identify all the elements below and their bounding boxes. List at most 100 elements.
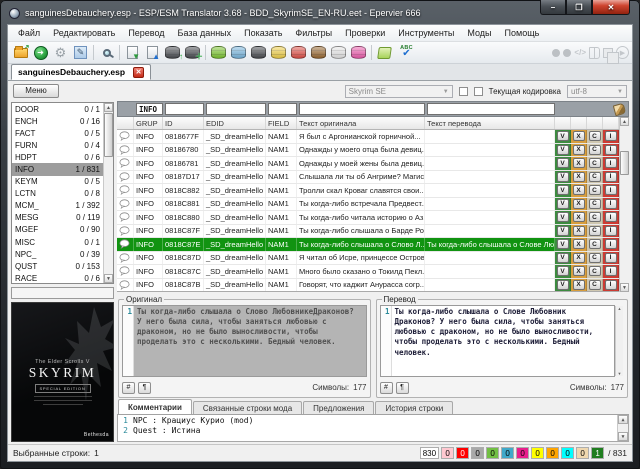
db-add-button[interactable]: ＋ bbox=[183, 44, 203, 62]
close-button[interactable]: ✕ bbox=[592, 0, 630, 15]
filter-grup-input[interactable]: INFO bbox=[136, 103, 163, 115]
copy-button[interactable]: C bbox=[588, 158, 601, 169]
scroll-thumb[interactable] bbox=[620, 151, 629, 175]
menu-item[interactable]: Проверки bbox=[339, 27, 391, 39]
maximize-button[interactable]: ❐ bbox=[566, 0, 592, 15]
validate-button[interactable]: V bbox=[556, 198, 569, 209]
cancel-button[interactable]: X bbox=[572, 131, 585, 142]
open-file-button[interactable] bbox=[11, 44, 30, 62]
unnamed-checkbox[interactable] bbox=[458, 87, 468, 96]
ignore-button[interactable]: I bbox=[604, 279, 617, 290]
apply-translation-button[interactable]: ➜ bbox=[31, 44, 50, 62]
table-row[interactable]: INFO 08187D17 _SD_dreamHello NAM1 Слышал… bbox=[117, 170, 629, 184]
table-row[interactable]: INFO 0818C87C _SD_dreamHello NAM1 Много … bbox=[117, 265, 629, 279]
bottom-tab[interactable]: История строки bbox=[375, 401, 454, 414]
record-group-item[interactable]: MCM_ 1 / 392 bbox=[12, 200, 103, 212]
bottom-tab[interactable]: Комментарии bbox=[118, 399, 192, 414]
filter-edid-input[interactable] bbox=[206, 103, 266, 115]
menu-item[interactable]: Помощь bbox=[499, 27, 546, 39]
record-group-item[interactable]: MESG 0 / 119 bbox=[12, 212, 103, 224]
scroll-down-icon[interactable]: ▼ bbox=[618, 432, 628, 441]
ignore-button[interactable]: I bbox=[604, 252, 617, 263]
translation-scrollbar[interactable]: ▲ ▼ bbox=[615, 306, 623, 376]
record-group-item[interactable]: RACE 0 / 6 bbox=[12, 272, 103, 283]
validate-button[interactable]: V bbox=[556, 252, 569, 263]
db-upload-button[interactable]: ↑ bbox=[163, 44, 183, 62]
ignore-button[interactable]: I bbox=[604, 225, 617, 236]
copy-button[interactable]: C bbox=[588, 212, 601, 223]
pilcrow-button[interactable]: ¶ bbox=[395, 381, 409, 394]
scroll-down-icon[interactable]: ▼ bbox=[620, 283, 629, 292]
tab-sanguinesdebauchery[interactable]: sanguinesDebauchery.esp ✕ bbox=[11, 64, 152, 80]
cancel-button[interactable]: X bbox=[572, 239, 585, 250]
cancel-button[interactable]: X bbox=[572, 171, 585, 182]
record-group-item[interactable]: ENCH 0 / 16 bbox=[12, 115, 103, 127]
filter-id-input[interactable] bbox=[165, 103, 204, 115]
cancel-button[interactable]: X bbox=[572, 212, 585, 223]
validate-button[interactable]: V bbox=[556, 266, 569, 277]
cancel-button[interactable]: X bbox=[572, 158, 585, 169]
scroll-down-icon[interactable]: ▼ bbox=[104, 274, 113, 283]
hash-button[interactable]: # bbox=[122, 381, 135, 394]
filter-original-input[interactable] bbox=[299, 103, 425, 115]
copy-button[interactable]: C bbox=[588, 252, 601, 263]
settings-button[interactable]: ⚙ bbox=[51, 44, 70, 62]
translation-textarea[interactable]: 1 Ты когда-либо слышала о Слове Любовник… bbox=[379, 305, 615, 377]
ignore-button[interactable]: I bbox=[604, 131, 617, 142]
tab-close-icon[interactable]: ✕ bbox=[133, 66, 145, 78]
col-field[interactable]: FIELD bbox=[266, 117, 297, 129]
minimize-button[interactable]: – bbox=[540, 0, 566, 15]
cancel-button[interactable]: X bbox=[572, 225, 585, 236]
copy-button[interactable]: C bbox=[588, 171, 601, 182]
menu-item[interactable]: Показать bbox=[238, 27, 288, 39]
validate-button[interactable]: V bbox=[556, 171, 569, 182]
menu-button[interactable]: Меню bbox=[13, 84, 59, 98]
encoding-checkbox[interactable] bbox=[473, 87, 483, 96]
scroll-up-icon[interactable]: ▲ bbox=[618, 415, 628, 424]
cancel-button[interactable]: X bbox=[572, 144, 585, 155]
scroll-up-icon[interactable]: ▲ bbox=[104, 103, 113, 112]
validate-button[interactable]: V bbox=[556, 239, 569, 250]
cancel-button[interactable]: X bbox=[572, 266, 585, 277]
menu-item[interactable]: Моды bbox=[461, 27, 497, 39]
game-select[interactable]: Skyrim SE ▼ bbox=[344, 85, 453, 98]
comments-box[interactable]: 1 NPC : Крациус Курио (mod) 2 Quest : Ис… bbox=[117, 415, 629, 442]
db-red-button[interactable] bbox=[289, 44, 308, 62]
ignore-button[interactable]: I bbox=[604, 171, 617, 182]
group-list-scrollbar[interactable]: ▲ ▼ bbox=[103, 103, 113, 283]
scroll-thumb[interactable] bbox=[104, 113, 113, 157]
copy-button[interactable]: C bbox=[588, 198, 601, 209]
db-yellow-button[interactable] bbox=[269, 44, 288, 62]
db-blue-button[interactable] bbox=[229, 44, 248, 62]
encoding-select[interactable]: utf-8 ▼ bbox=[567, 85, 627, 98]
col-id[interactable]: ID bbox=[163, 117, 204, 129]
db-black-button[interactable] bbox=[249, 44, 268, 62]
table-row[interactable]: INFO 0818C87F _SD_dreamHello NAM1 Ты ког… bbox=[117, 224, 629, 238]
record-group-item[interactable]: KEYM 0 / 5 bbox=[12, 176, 103, 188]
table-row[interactable]: INFO 0818C87B _SD_dreamHello NAM1 Говоря… bbox=[117, 278, 629, 291]
col-edid[interactable]: EDID bbox=[204, 117, 266, 129]
table-row[interactable]: INFO 0818C87D _SD_dreamHello NAM1 Я чита… bbox=[117, 251, 629, 265]
edit-options-button[interactable]: ✎ bbox=[71, 44, 90, 62]
table-row[interactable]: INFO 0818C880 _SD_dreamHello NAM1 Ты ког… bbox=[117, 211, 629, 225]
copy-button[interactable]: C bbox=[588, 131, 601, 142]
menu-item[interactable]: Инструменты bbox=[392, 27, 460, 39]
record-group-item[interactable]: DOOR 0 / 1 bbox=[12, 103, 103, 115]
validate-button[interactable]: V bbox=[556, 144, 569, 155]
hash-button[interactable]: # bbox=[379, 381, 393, 394]
save-translation-button[interactable]: ▲ bbox=[143, 44, 162, 62]
table-row[interactable]: INFO 08186781 _SD_dreamHello NAM1 Однажд… bbox=[117, 157, 629, 171]
validate-button[interactable]: V bbox=[556, 279, 569, 290]
copy-button[interactable]: C bbox=[588, 239, 601, 250]
menu-item[interactable]: Файл bbox=[12, 27, 46, 39]
db-green-button[interactable] bbox=[209, 44, 228, 62]
validate-button[interactable]: V bbox=[556, 225, 569, 236]
table-scrollbar[interactable]: ▲ ▼ bbox=[619, 117, 629, 292]
db-white-button[interactable] bbox=[329, 44, 348, 62]
record-group-item[interactable]: FURN 0 / 4 bbox=[12, 139, 103, 151]
script-button[interactable] bbox=[375, 44, 394, 62]
col-translation[interactable]: Текст перевода bbox=[425, 117, 555, 129]
scroll-down-icon[interactable]: ▼ bbox=[618, 371, 622, 376]
copy-button[interactable]: C bbox=[588, 225, 601, 236]
table-row[interactable]: INFO 08186780 _SD_dreamHello NAM1 Однажд… bbox=[117, 143, 629, 157]
